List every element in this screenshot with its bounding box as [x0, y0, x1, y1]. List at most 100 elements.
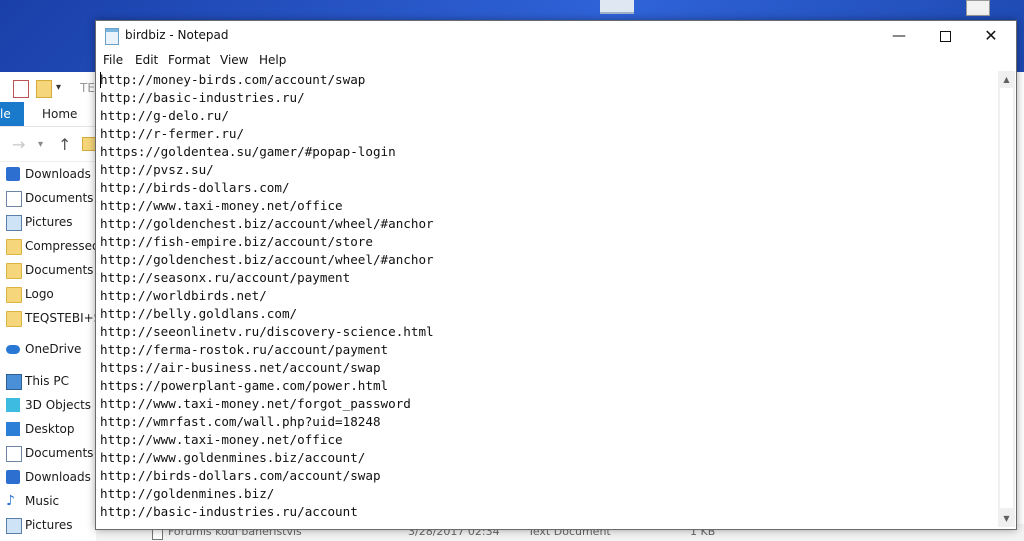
text-line: https://goldentea.su/gamer/#popap-login	[100, 144, 396, 159]
navigation-bar: → ▾ ↑	[0, 127, 96, 162]
text-line: http://seasonx.ru/account/payment	[100, 270, 351, 285]
scroll-up-icon[interactable]: ▲	[998, 71, 1015, 88]
sidebar-item-label: TEQSTEBI+Su	[25, 311, 96, 325]
cloud-icon	[6, 345, 20, 354]
sidebar-item-documents[interactable]: Documents	[0, 258, 96, 282]
qat-dropdown-icon[interactable]: ▾	[56, 80, 66, 96]
sidebar-item-label: Pictures	[25, 215, 73, 229]
properties-icon[interactable]	[13, 80, 29, 98]
sidebar-item-pictures[interactable]: Pictures	[0, 513, 96, 537]
sidebar-item-label: Logo	[25, 287, 54, 301]
window-title: birdbiz - Notepad	[125, 28, 229, 42]
address-bar-path[interactable]: TE	[80, 80, 96, 96]
text-line: http://www.taxi-money.net/office	[100, 432, 343, 447]
sidebar-item-3d-objects[interactable]: 3D Objects	[0, 393, 96, 417]
computer-icon	[6, 374, 22, 390]
menu-file[interactable]: File	[103, 53, 123, 67]
sidebar-item-label: Documents	[25, 191, 94, 205]
scroll-thumb[interactable]	[1000, 88, 1013, 508]
document-icon	[6, 446, 22, 462]
folder-icon	[6, 239, 22, 255]
sidebar-item-label: This PC	[25, 374, 69, 388]
text-line: http://www.goldenmines.biz/account/	[100, 450, 366, 465]
text-line: http://g-delo.ru/	[100, 108, 229, 123]
sidebar-item-label: Music	[25, 494, 60, 508]
folder-icon	[6, 311, 22, 327]
maximize-button[interactable]	[922, 21, 968, 51]
sidebar-item-onedrive[interactable]: OneDrive	[0, 337, 96, 361]
home-tab[interactable]: Home	[42, 102, 77, 126]
pictures-icon	[6, 215, 22, 231]
text-line: http://goldenchest.biz/account/wheel/#an…	[100, 216, 434, 231]
text-line: http://goldenmines.biz/	[100, 486, 275, 501]
menu-help[interactable]: Help	[259, 53, 286, 67]
sidebar-item-logo[interactable]: Logo	[0, 282, 96, 306]
text-line: http://www.taxi-money.net/office	[100, 198, 343, 213]
sidebar-item-label: 3D Objects	[25, 398, 92, 412]
download-icon	[6, 167, 20, 181]
text-line: http://basic-industries.ru/account	[100, 504, 358, 519]
cube-icon	[6, 398, 20, 412]
sidebar-item-documents[interactable]: Documents	[0, 441, 96, 465]
sidebar-item-music[interactable]: ♪ Music	[0, 489, 96, 513]
text-line: http://birds-dollars.com/account/swap	[100, 468, 381, 483]
menu-view[interactable]: View	[220, 53, 248, 67]
music-icon: ♪	[6, 493, 15, 509]
sidebar-item-label: Compressed	[25, 239, 96, 253]
menu-bar: File Edit Format View Help	[96, 51, 1016, 71]
scroll-down-icon[interactable]: ▼	[998, 510, 1015, 527]
sidebar-item-label: Downloads	[25, 167, 91, 181]
sidebar-item-label: Desktop	[25, 422, 75, 436]
close-button[interactable]: ✕	[968, 21, 1014, 51]
maximize-icon	[939, 31, 951, 42]
text-line: http://basic-industries.ru/	[100, 90, 305, 105]
address-folder-icon	[82, 137, 96, 151]
notepad-icon[interactable]	[105, 28, 119, 45]
sidebar-item-compressed[interactable]: Compressed	[0, 234, 96, 258]
sidebar-item-pictures[interactable]: Pictures	[0, 210, 96, 234]
minimize-button[interactable]: —	[876, 21, 922, 51]
sidebar-item-label: OneDrive	[25, 342, 82, 356]
quick-access-toolbar: ▾ TE	[0, 72, 96, 102]
menu-format[interactable]: Format	[168, 53, 210, 67]
text-line: http://money-birds.com/account/swap	[100, 72, 366, 87]
text-line: http://ferma-rostok.ru/account/payment	[100, 342, 389, 357]
folder-icon	[6, 287, 22, 303]
forward-arrow-icon[interactable]: →	[12, 135, 25, 154]
notepad-window: birdbiz - Notepad — ✕ File Edit Format V…	[95, 20, 1017, 530]
sidebar-item-label: Pictures	[25, 518, 73, 532]
sidebar-item-label: Documents	[25, 263, 94, 277]
desktop-icon	[6, 422, 20, 436]
sidebar-item-desktop[interactable]: Desktop	[0, 417, 96, 441]
desktop-shortcut-icon[interactable]	[966, 0, 990, 16]
sidebar-item-this-pc[interactable]: This PC	[0, 369, 96, 393]
text-line: http://www.taxi-money.net/forgot_passwor…	[100, 396, 411, 411]
text-line: http://belly.goldlans.com/	[100, 306, 298, 321]
desktop-icon-top[interactable]	[600, 0, 634, 14]
sidebar-item-downloads[interactable]: Downloads	[0, 162, 96, 186]
menu-edit[interactable]: Edit	[135, 53, 158, 67]
file-tab[interactable]: le	[0, 102, 24, 126]
sidebar-item-documents[interactable]: Documents	[0, 186, 96, 210]
navigation-pane: Downloads Documents Pictures Compressed Docu…	[0, 162, 96, 541]
vertical-scrollbar[interactable]: ▲ ▼	[998, 71, 1015, 527]
text-line: https://air-business.net/account/swap	[100, 360, 381, 375]
text-line: http://goldenchest.biz/account/wheel/#an…	[100, 252, 434, 267]
recent-dropdown-icon[interactable]: ▾	[38, 139, 43, 150]
document-icon	[6, 191, 22, 207]
text-editor-area[interactable]: http://money-birds.com/account/swap http:…	[100, 71, 996, 525]
text-line: http://r-fermer.ru/	[100, 126, 245, 141]
folder-icon	[6, 263, 22, 279]
up-arrow-icon[interactable]: ↑	[58, 135, 71, 154]
download-icon	[6, 470, 20, 484]
sidebar-item-teqstebi-su[interactable]: TEQSTEBI+Su	[0, 306, 96, 330]
new-folder-icon[interactable]	[36, 80, 52, 98]
title-bar[interactable]: birdbiz - Notepad — ✕	[96, 21, 1016, 51]
pictures-icon	[6, 518, 22, 534]
sidebar-item-downloads[interactable]: Downloads	[0, 465, 96, 489]
text-line: http://seeonlinetv.ru/discovery-science.…	[100, 324, 434, 339]
text-line: https://powerplant-game.com/power.html	[100, 378, 389, 393]
ribbon-tabs: le Home	[0, 102, 96, 127]
text-line: http://wmrfast.com/wall.php?uid=18248	[100, 414, 381, 429]
text-line: http://pvsz.su/	[100, 162, 214, 177]
